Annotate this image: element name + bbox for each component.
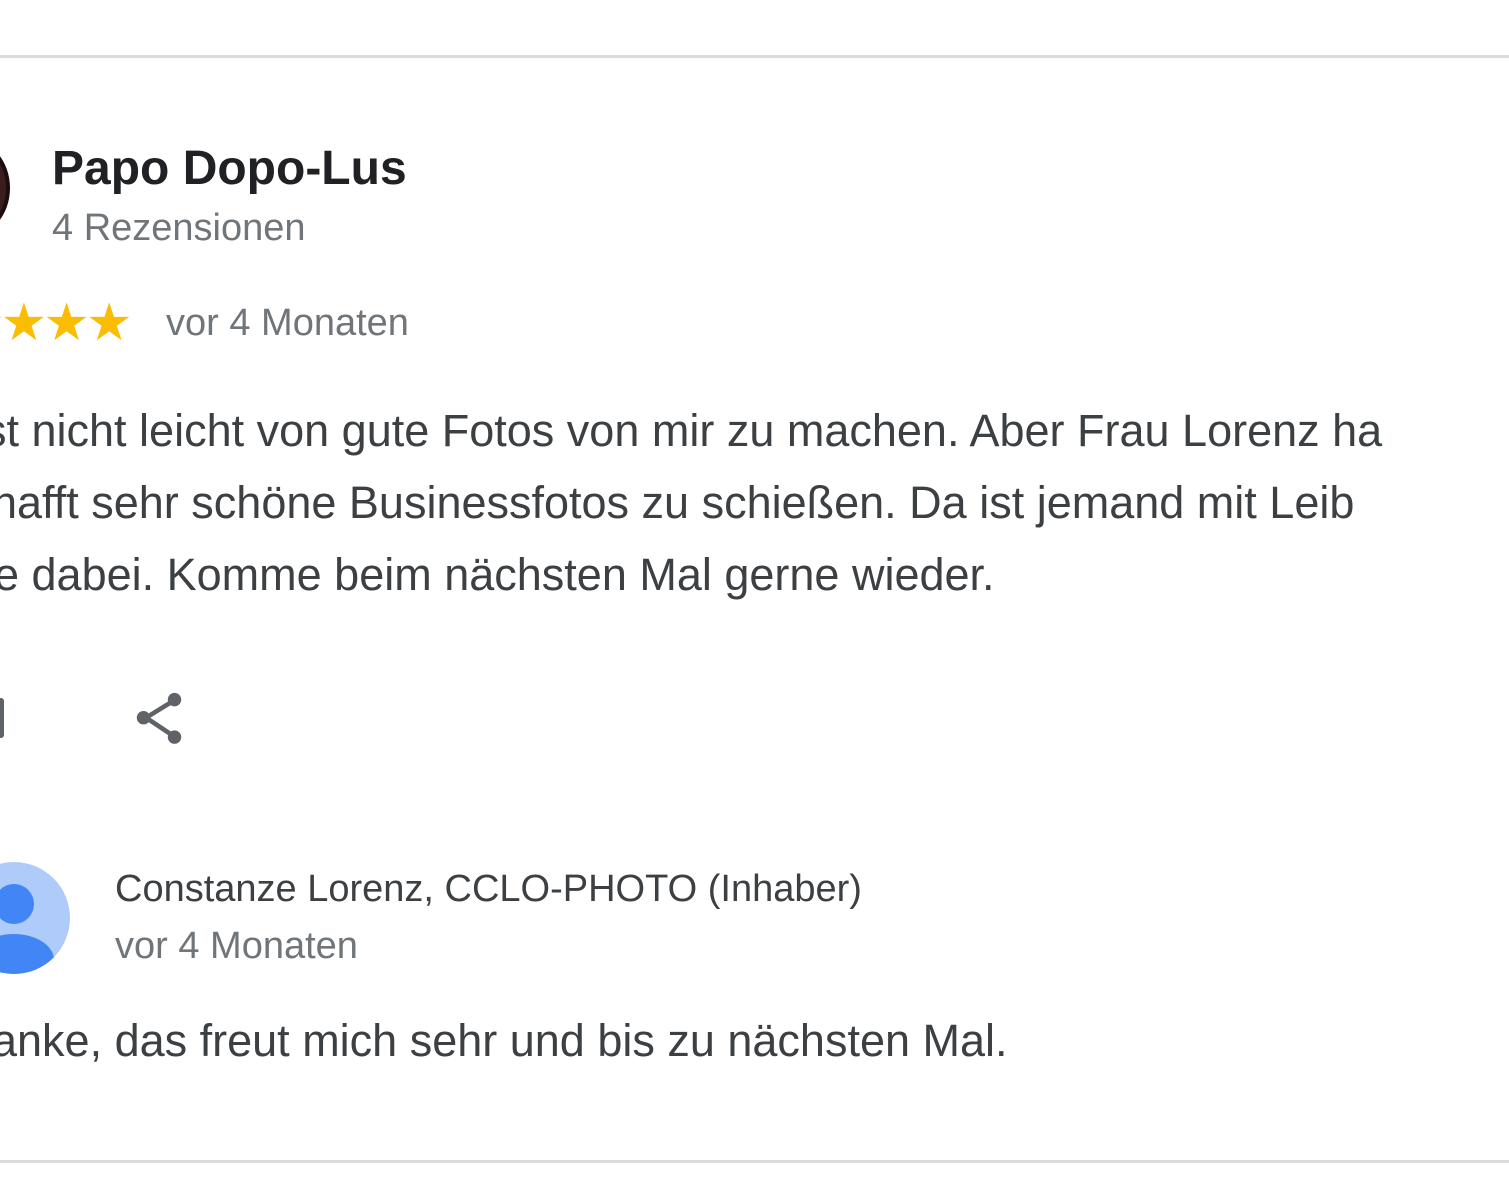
reviewer-review-count[interactable]: 4 Rezensionen — [52, 205, 306, 251]
reviewer-name[interactable]: Papo Dopo-Lus — [52, 140, 407, 198]
owner-response-text: anke, das freut mich sehr und bis zu näc… — [0, 1015, 1008, 1066]
thumb-up-icon[interactable] — [0, 698, 4, 738]
default-person-icon — [0, 862, 70, 974]
review-card: Papo Dopo-Lus 4 Rezensionen ★★★★ vor 4 M… — [0, 0, 1509, 1181]
review-text: st nicht leicht von gute Fotos von mir z… — [0, 395, 1509, 611]
share-icon-graphic — [136, 692, 182, 744]
bottom-divider — [0, 1160, 1509, 1163]
review-text-line: hafft sehr schöne Businessfotos zu schie… — [0, 477, 1355, 528]
owner-response-name: Constanze Lorenz, CCLO-PHOTO (Inhaber) — [115, 868, 862, 910]
reviewer-avatar[interactable] — [0, 140, 10, 236]
review-text-line: e dabei. Komme beim nächsten Mal gerne w… — [0, 549, 995, 600]
top-divider — [0, 55, 1509, 58]
owner-response-date: vor 4 Monaten — [115, 925, 358, 967]
share-icon[interactable] — [128, 688, 190, 750]
review-date: vor 4 Monaten — [166, 302, 409, 344]
review-text-line: st nicht leicht von gute Fotos von mir z… — [0, 405, 1383, 456]
star-rating: ★★★★ — [0, 294, 132, 352]
owner-avatar-graphic — [0, 862, 70, 974]
